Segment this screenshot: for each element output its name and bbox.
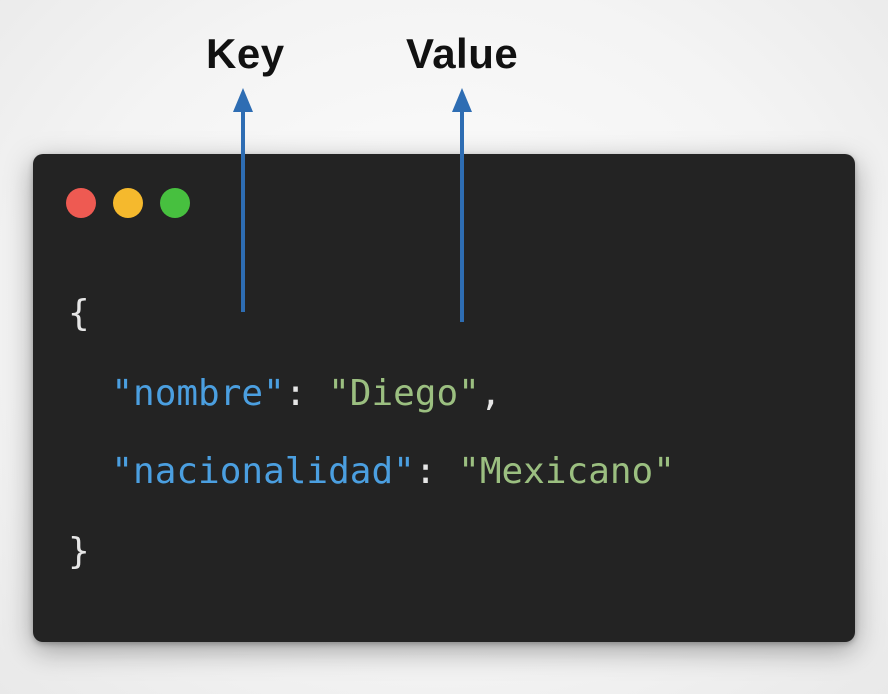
close-dot-icon[interactable]: [66, 188, 96, 218]
json-key: "nacionalidad": [111, 451, 415, 492]
close-brace: }: [68, 531, 90, 572]
open-brace: {: [68, 293, 90, 334]
code-line-nombre: "nombre": "Diego",: [68, 372, 502, 416]
minimize-dot-icon[interactable]: [113, 188, 143, 218]
code-line-nacionalidad: "nacionalidad": "Mexicano": [68, 450, 675, 494]
key-label: Key: [206, 30, 285, 77]
json-value: "Mexicano": [458, 451, 675, 492]
code-window: { "nombre": "Diego", "nacionalidad": "Me…: [33, 154, 855, 642]
json-colon: :: [414, 451, 459, 492]
zoom-dot-icon[interactable]: [160, 188, 190, 218]
json-value: "Diego": [328, 373, 480, 414]
json-comma: ,: [479, 373, 502, 414]
json-colon: :: [284, 373, 329, 414]
json-key: "nombre": [111, 373, 285, 414]
value-label: Value: [406, 30, 519, 77]
